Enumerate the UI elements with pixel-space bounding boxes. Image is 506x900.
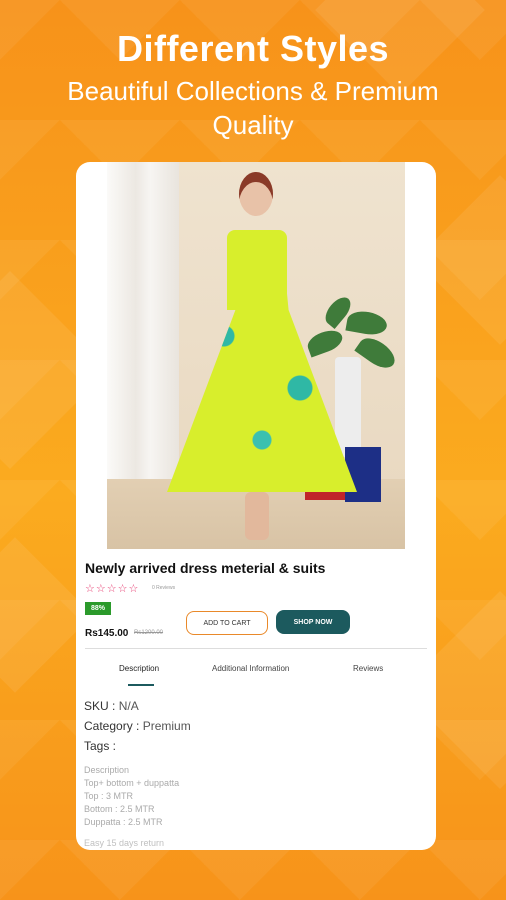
promo-title: Different Styles	[116, 28, 390, 69]
plant-leaf	[345, 308, 389, 338]
promo-subtitle: Beautiful Collections & Premium Quality	[67, 76, 439, 140]
tab-additional-information[interactable]: Additional Information	[212, 664, 289, 673]
sku-value: N/A	[118, 699, 139, 713]
description-heading: Description	[84, 765, 130, 775]
category-value[interactable]: Premium	[143, 719, 191, 733]
description-line: Top : 3 MTR	[84, 791, 134, 801]
sku-label: SKU :	[84, 699, 116, 713]
discount-badge: 88%	[85, 602, 112, 615]
rating-stars: ☆☆☆☆☆	[85, 583, 140, 595]
review-count[interactable]: 0 Reviews	[152, 585, 175, 591]
dress-bodice	[227, 230, 287, 310]
tags-label: Tags :	[84, 739, 117, 753]
plant-leaf	[354, 332, 400, 374]
tags-row: Tags :	[84, 739, 116, 753]
vase	[335, 357, 361, 457]
product-title[interactable]: Newly arrived dress meterial & suits	[85, 560, 325, 576]
description-line: Bottom : 2.5 MTR	[84, 804, 155, 814]
category-label: Category :	[84, 719, 140, 733]
description-line: Top+ bottom + duppatta	[84, 778, 180, 788]
description-line: Duppatta : 2.5 MTR	[84, 817, 163, 827]
promo-header: Different Styles Beautiful Collections &…	[0, 28, 506, 142]
model-legs	[245, 492, 269, 540]
divider	[85, 648, 427, 649]
return-policy-text: Easy 15 days return	[84, 838, 165, 848]
tab-reviews[interactable]: Reviews	[353, 664, 383, 673]
tab-description[interactable]: Description	[119, 664, 159, 673]
active-tab-indicator	[128, 684, 154, 686]
plant-leaf	[304, 326, 346, 358]
product-image[interactable]	[107, 162, 405, 549]
product-price: Rs145.00	[85, 628, 129, 639]
product-card: Newly arrived dress meterial & suits ☆☆☆…	[76, 162, 436, 850]
category-row: Category : Premium	[84, 719, 191, 733]
shop-now-button[interactable]: SHOP NOW	[276, 610, 350, 634]
sku-row: SKU : N/A	[84, 699, 139, 713]
model-head	[239, 172, 273, 216]
add-to-cart-button[interactable]: ADD TO CART	[186, 611, 268, 635]
description-block: Description Top+ bottom + duppatta Top :…	[84, 764, 179, 850]
original-price: Rs1200.00	[134, 630, 164, 636]
